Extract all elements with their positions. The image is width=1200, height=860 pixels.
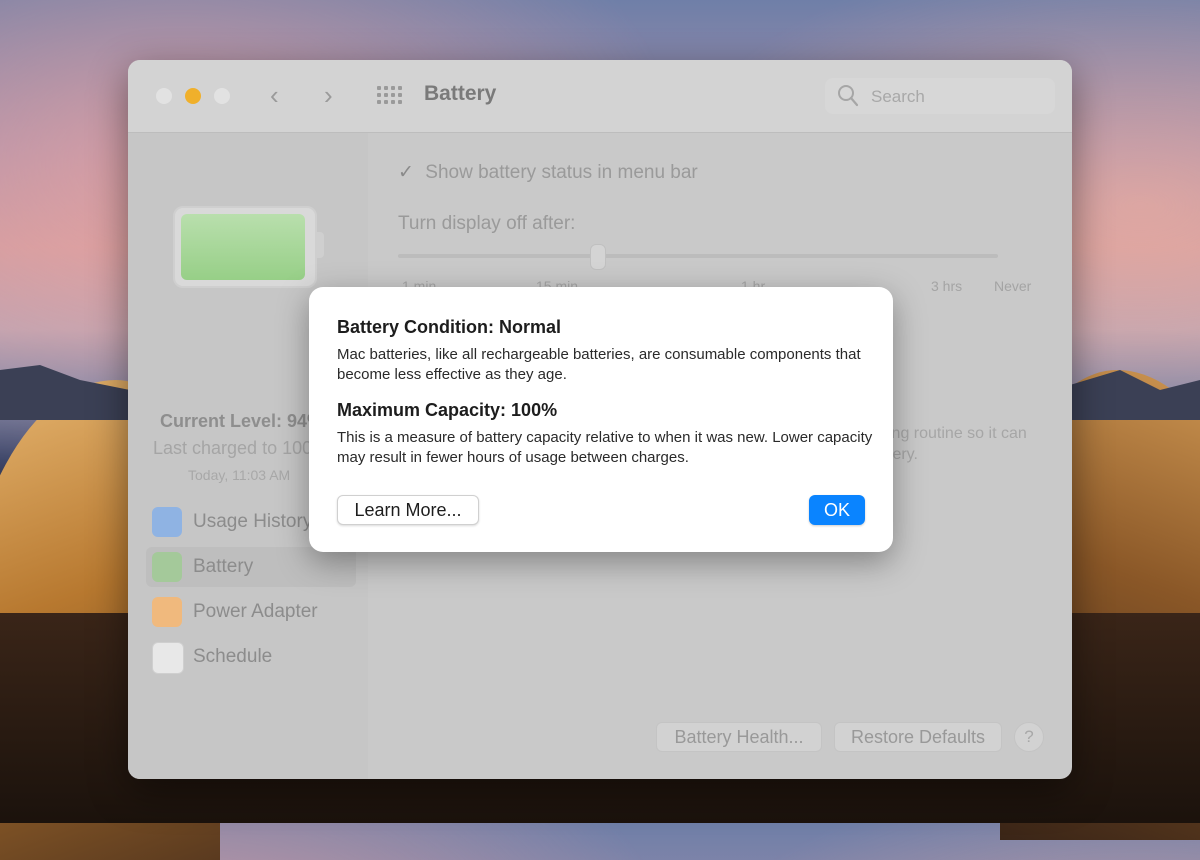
search-icon — [838, 85, 859, 107]
slider-tick-label: Never — [994, 278, 1032, 294]
show-status-checkbox[interactable]: ✓ Show battery status in menu bar — [398, 161, 698, 184]
back-arrow-icon[interactable]: ‹ — [270, 80, 279, 110]
minimize-window-button[interactable] — [185, 88, 201, 104]
display-off-slider-knob[interactable] — [590, 244, 606, 270]
learn-more-button[interactable]: Learn More... — [337, 495, 479, 525]
window-title: Battery — [424, 82, 497, 105]
optimized-charging-text: ing routine so it can — [888, 425, 1027, 442]
help-button[interactable]: ? — [1014, 722, 1044, 752]
battery-icon — [152, 552, 182, 582]
sidebar-item-label: Schedule — [193, 646, 273, 667]
checkmark-icon: ✓ — [398, 162, 414, 183]
battery-fill — [181, 214, 305, 280]
capacity-heading: Maximum Capacity: 100% — [337, 400, 558, 420]
condition-body: Mac batteries, like all rechargeable bat… — [337, 346, 861, 383]
last-charged-text: Last charged to 100% — [153, 438, 329, 458]
turn-display-off-label: Turn display off after: — [398, 213, 576, 234]
sidebar-item-schedule[interactable]: Schedule — [146, 637, 356, 677]
zoom-window-button[interactable] — [214, 88, 230, 104]
condition-heading: Battery Condition: Normal — [337, 317, 562, 337]
lightning-icon — [152, 597, 182, 627]
display-off-slider-track[interactable] — [398, 254, 998, 258]
close-window-button[interactable] — [156, 88, 172, 104]
capacity-body: This is a measure of battery capacity re… — [337, 429, 873, 466]
restore-defaults-button[interactable]: Restore Defaults — [834, 722, 1002, 752]
forward-arrow-icon[interactable]: › — [324, 80, 333, 110]
bar-chart-icon — [152, 507, 182, 537]
titlebar: ‹ › Battery — [128, 60, 1072, 133]
sidebar-item-label: Power Adapter — [193, 601, 318, 622]
battery-level-graphic — [173, 206, 324, 288]
search-field[interactable] — [825, 78, 1055, 114]
battery-body — [173, 206, 317, 288]
search-input[interactable] — [869, 86, 1043, 108]
calendar-icon — [152, 642, 184, 674]
battery-condition-dialog: Battery Condition: Normal Mac batteries,… — [309, 287, 893, 552]
show-status-label: Show battery status in menu bar — [425, 162, 698, 183]
sidebar-item-label: Usage History — [193, 511, 313, 532]
ok-button[interactable]: OK — [809, 495, 865, 525]
battery-tip — [317, 232, 324, 258]
current-level-text: Current Level: 94% — [160, 411, 324, 431]
battery-health-button[interactable]: Battery Health... — [656, 722, 822, 752]
sidebar-item-power-adapter[interactable]: Power Adapter — [146, 592, 356, 632]
slider-tick-label: 3 hrs — [931, 278, 963, 294]
sidebar-item-battery[interactable]: Battery — [146, 547, 356, 587]
sidebar-item-label: Battery — [193, 556, 254, 577]
charged-time-text: Today, 11:03 AM — [188, 467, 291, 483]
show-all-grid-icon[interactable] — [377, 86, 403, 106]
